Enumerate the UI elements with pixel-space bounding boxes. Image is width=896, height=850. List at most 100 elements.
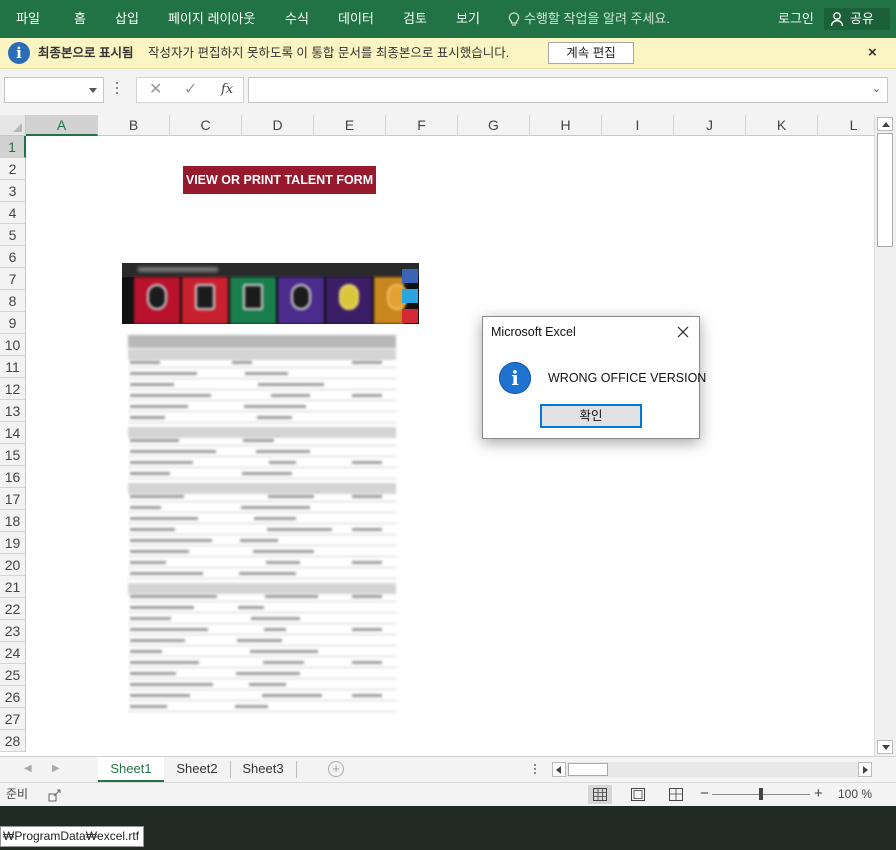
ribbon-tab-bar: 파일 홈 삽입 페이지 레이아웃 수식 데이터 검토 보기 수행할 작업을 알려… bbox=[0, 0, 896, 38]
tab-insert[interactable]: 삽입 bbox=[115, 0, 139, 38]
marked-as-final-bar: i 최종본으로 표시됨 작성자가 편집하지 못하도록 이 통합 문서를 최종본으… bbox=[0, 38, 896, 69]
column-header-g[interactable]: G bbox=[458, 115, 530, 136]
dialog-titlebar[interactable]: Microsoft Excel bbox=[483, 317, 699, 347]
row-header-17[interactable]: 17 bbox=[0, 488, 26, 510]
tab-review[interactable]: 검토 bbox=[403, 0, 427, 38]
row-header-13[interactable]: 13 bbox=[0, 400, 26, 422]
zoom-out-button[interactable]: − bbox=[700, 783, 709, 805]
close-icon[interactable]: × bbox=[868, 38, 877, 68]
row-header-6[interactable]: 6 bbox=[0, 246, 26, 268]
macro-record-icon[interactable] bbox=[48, 788, 62, 802]
column-header-k[interactable]: K bbox=[746, 115, 818, 136]
row-header-15[interactable]: 15 bbox=[0, 444, 26, 466]
blurred-form-image bbox=[122, 327, 404, 721]
name-box[interactable] bbox=[4, 77, 104, 103]
row-header-28[interactable]: 28 bbox=[0, 730, 26, 752]
row-header-26[interactable]: 26 bbox=[0, 686, 26, 708]
column-header-e[interactable]: E bbox=[314, 115, 386, 136]
row-header-27[interactable]: 27 bbox=[0, 708, 26, 730]
row-header-7[interactable]: 7 bbox=[0, 268, 26, 290]
enter-icon[interactable]: ✓ bbox=[184, 78, 197, 102]
row-header-3[interactable]: 3 bbox=[0, 180, 26, 202]
sheet-tab-3[interactable]: Sheet3 bbox=[232, 757, 294, 782]
scroll-left-icon[interactable] bbox=[552, 762, 566, 777]
row-header-25[interactable]: 25 bbox=[0, 664, 26, 686]
scroll-up-icon[interactable] bbox=[877, 117, 893, 131]
tab-view[interactable]: 보기 bbox=[456, 0, 480, 38]
ok-button[interactable]: 확인 bbox=[540, 404, 642, 428]
row-header-12[interactable]: 12 bbox=[0, 378, 26, 400]
scroll-tabs-right-icon[interactable]: ▶ bbox=[52, 757, 60, 781]
row-header-8[interactable]: 8 bbox=[0, 290, 26, 312]
zoom-slider-thumb[interactable] bbox=[759, 788, 763, 800]
column-header-i[interactable]: I bbox=[602, 115, 674, 136]
resize-handle[interactable] bbox=[116, 82, 119, 96]
dialog-message: WRONG OFFICE VERSION bbox=[548, 371, 707, 385]
status-ready: 준비 bbox=[6, 787, 29, 801]
sheet-tab-bar: ◀ ▶ Sheet1 Sheet2 Sheet3 + bbox=[0, 756, 896, 782]
share-button[interactable]: 공유 bbox=[824, 8, 890, 30]
row-header-23[interactable]: 23 bbox=[0, 620, 26, 642]
column-header-b[interactable]: B bbox=[98, 115, 170, 136]
row-header-10[interactable]: 10 bbox=[0, 334, 26, 356]
zoom-in-button[interactable]: + bbox=[814, 783, 823, 805]
row-header-18[interactable]: 18 bbox=[0, 510, 26, 532]
formula-buttons: ✕ ✓ fx bbox=[136, 77, 244, 103]
column-header-l[interactable]: L bbox=[818, 115, 874, 136]
row-header-20[interactable]: 20 bbox=[0, 554, 26, 576]
scroll-tabs-left-icon[interactable]: ◀ bbox=[24, 757, 32, 781]
tab-formulas[interactable]: 수식 bbox=[285, 0, 309, 38]
scroll-down-icon[interactable] bbox=[877, 740, 893, 754]
tab-data[interactable]: 데이터 bbox=[338, 0, 374, 38]
view-print-talent-form-button[interactable]: VIEW OR PRINT TALENT FORM bbox=[183, 166, 376, 194]
row-header-19[interactable]: 19 bbox=[0, 532, 26, 554]
login-button[interactable]: 로그인 bbox=[778, 0, 814, 38]
formula-input[interactable]: ⌄ bbox=[248, 77, 888, 103]
column-header-d[interactable]: D bbox=[242, 115, 314, 136]
horizontal-scrollbar[interactable] bbox=[552, 762, 872, 777]
insert-function-icon[interactable]: fx bbox=[221, 78, 233, 102]
tab-file[interactable]: 파일 bbox=[16, 0, 40, 38]
page-break-icon bbox=[669, 788, 683, 801]
cancel-icon[interactable]: ✕ bbox=[149, 78, 162, 102]
column-header-c[interactable]: C bbox=[170, 115, 242, 136]
scroll-thumb[interactable] bbox=[877, 133, 893, 247]
tab-page-layout[interactable]: 페이지 레이아웃 bbox=[168, 0, 255, 38]
new-sheet-icon[interactable]: + bbox=[328, 761, 344, 777]
page-layout-view-button[interactable] bbox=[626, 785, 650, 804]
expand-formula-bar-icon[interactable]: ⌄ bbox=[872, 82, 881, 95]
row-header-11[interactable]: 11 bbox=[0, 356, 26, 378]
tab-split-handle[interactable] bbox=[534, 764, 536, 776]
person-icon bbox=[830, 12, 844, 27]
normal-view-button[interactable] bbox=[588, 785, 612, 804]
tell-me-search[interactable]: 수행할 작업을 알려 주세요. bbox=[508, 0, 670, 38]
tab-home[interactable]: 홈 bbox=[74, 0, 86, 38]
row-header-1[interactable]: 1 bbox=[0, 136, 26, 158]
row-header-4[interactable]: 4 bbox=[0, 202, 26, 224]
horizontal-scroll-thumb[interactable] bbox=[568, 763, 608, 776]
chevron-down-icon[interactable] bbox=[89, 88, 97, 93]
scroll-right-icon[interactable] bbox=[858, 762, 872, 777]
column-header-a[interactable]: A bbox=[26, 115, 98, 136]
message-dialog: Microsoft Excel i WRONG OFFICE VERSION 확… bbox=[482, 316, 706, 439]
sheet-tab-1[interactable]: Sheet1 bbox=[98, 757, 164, 782]
grid-view-icon bbox=[593, 788, 607, 801]
row-header-9[interactable]: 9 bbox=[0, 312, 26, 334]
column-header-h[interactable]: H bbox=[530, 115, 602, 136]
zoom-level[interactable]: 100 % bbox=[838, 783, 872, 806]
row-header-24[interactable]: 24 bbox=[0, 642, 26, 664]
page-break-view-button[interactable] bbox=[664, 785, 688, 804]
sheet-tab-2[interactable]: Sheet2 bbox=[166, 757, 228, 782]
row-header-21[interactable]: 21 bbox=[0, 576, 26, 598]
column-header-j[interactable]: J bbox=[674, 115, 746, 136]
row-header-14[interactable]: 14 bbox=[0, 422, 26, 444]
row-header-22[interactable]: 22 bbox=[0, 598, 26, 620]
row-header-16[interactable]: 16 bbox=[0, 466, 26, 488]
select-all-corner[interactable] bbox=[0, 115, 26, 136]
column-header-f[interactable]: F bbox=[386, 115, 458, 136]
row-header-5[interactable]: 5 bbox=[0, 224, 26, 246]
close-icon[interactable] bbox=[674, 323, 692, 341]
edit-anyway-button[interactable]: 계속 편집 bbox=[548, 42, 634, 64]
row-header-2[interactable]: 2 bbox=[0, 158, 26, 180]
vertical-scrollbar[interactable] bbox=[874, 115, 896, 756]
